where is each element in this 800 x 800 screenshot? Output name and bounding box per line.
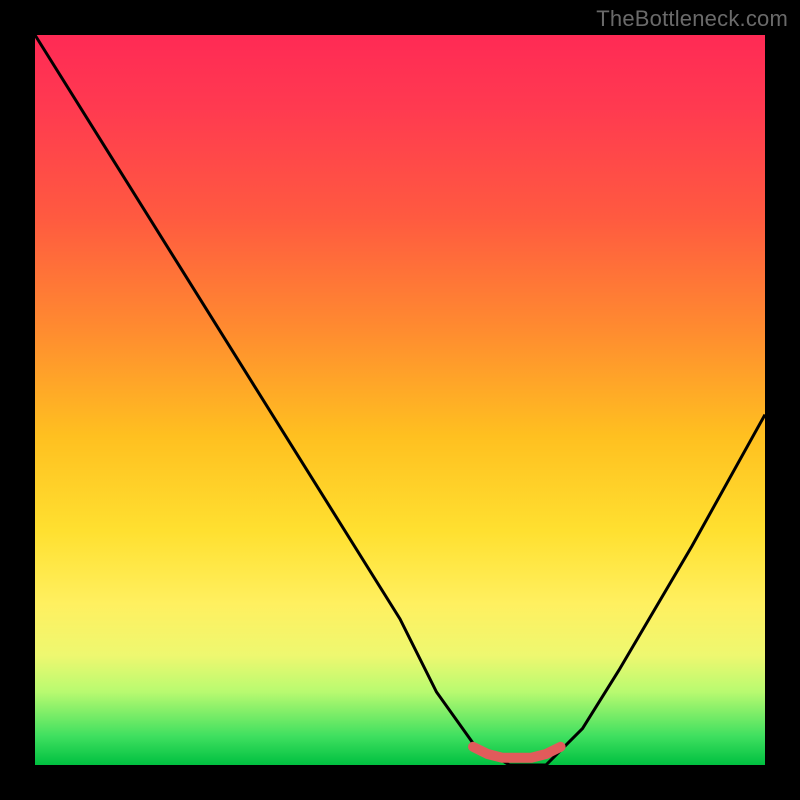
watermark-text: TheBottleneck.com <box>596 6 788 32</box>
optimal-range-highlight <box>473 747 561 758</box>
plot-area <box>35 35 765 765</box>
chart-frame: TheBottleneck.com <box>0 0 800 800</box>
curve-layer <box>35 35 765 765</box>
bottleneck-curve <box>35 35 765 765</box>
